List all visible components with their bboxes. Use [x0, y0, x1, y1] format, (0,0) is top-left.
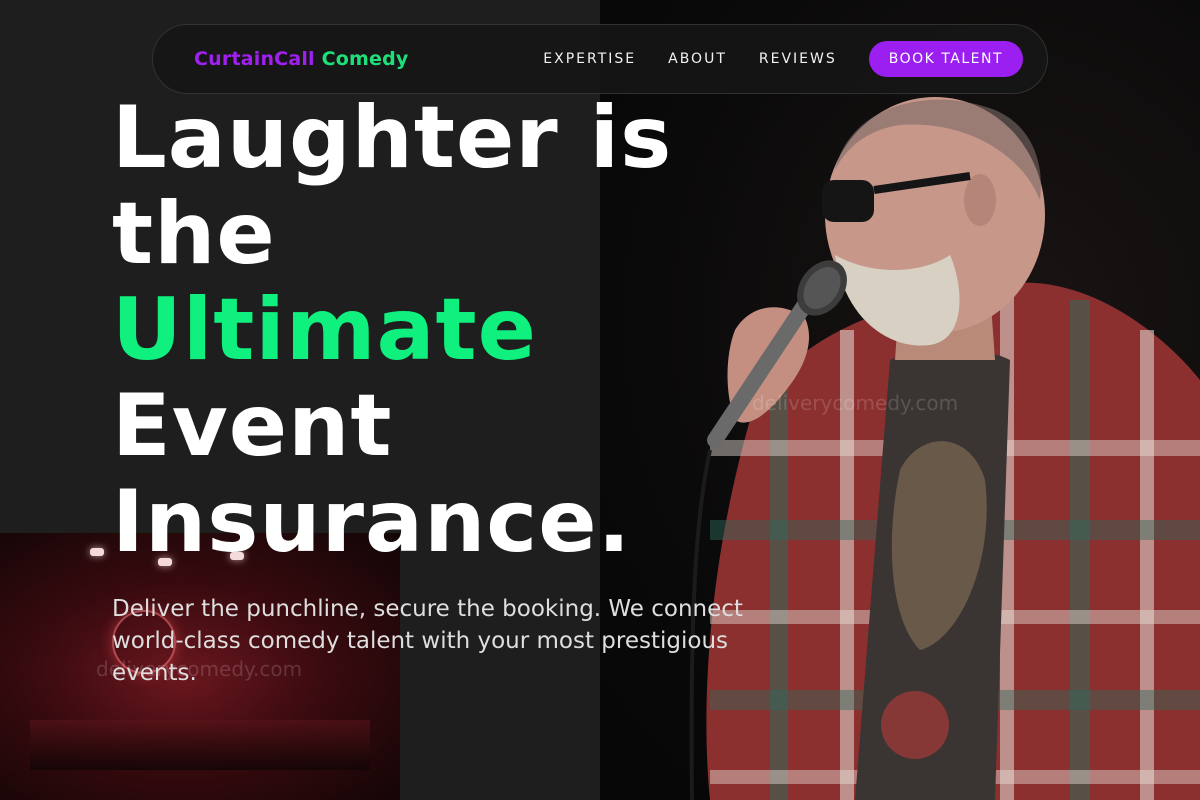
top-navigation: CurtainCall Comedy EXPERTISE ABOUT REVIE…: [152, 24, 1048, 94]
nav-links: EXPERTISE ABOUT REVIEWS BOOK TALENT: [543, 41, 1023, 77]
headline-accent-line: Ultimate: [112, 280, 537, 380]
nav-link-reviews[interactable]: REVIEWS: [759, 51, 837, 67]
stage-light: [90, 548, 104, 556]
brand-logo[interactable]: CurtainCall Comedy: [194, 48, 408, 70]
brand-name-primary: CurtainCall: [194, 48, 315, 70]
nav-link-expertise[interactable]: EXPERTISE: [543, 51, 636, 67]
headline-line: Event: [112, 376, 393, 476]
brand-name-secondary: Comedy: [321, 48, 409, 70]
nav-link-about[interactable]: ABOUT: [668, 51, 727, 67]
venue-stage: [30, 720, 370, 770]
headline-line: Laughter is: [112, 88, 673, 188]
book-talent-button[interactable]: BOOK TALENT: [868, 41, 1023, 77]
hero-subtitle: Deliver the punchline, secure the bookin…: [112, 596, 743, 686]
headline-line: the: [112, 184, 276, 284]
hero-headline: Laughter is the Ultimate Event Insurance…: [112, 90, 812, 570]
headline-line: Insurance.: [112, 472, 632, 572]
